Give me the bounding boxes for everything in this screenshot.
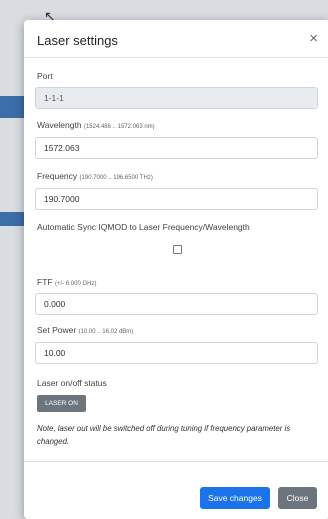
wavelength-label-text: Wavelength <box>37 120 82 130</box>
dialog-title: Laser settings <box>37 33 118 48</box>
frequency-input[interactable] <box>35 188 318 210</box>
set-power-label: Set Power (10.00 .. 16.02 dBm) <box>37 325 133 335</box>
laser-toggle-button[interactable]: LASER ON <box>37 395 86 412</box>
laser-tuning-note: Note, laser out will be switched off dur… <box>37 424 291 446</box>
footer-divider <box>24 461 328 462</box>
save-changes-button[interactable]: Save changes <box>200 487 270 509</box>
wavelength-range: (1524.486 .. 1572.063 nm) <box>83 124 155 130</box>
frequency-label: Frequency (190.7000 .. 196.6500 THz) <box>37 171 153 181</box>
auto-sync-checkbox[interactable] <box>173 245 182 254</box>
wavelength-label: Wavelength (1524.486 .. 1572.063 nm) <box>37 120 155 130</box>
close-button[interactable]: Close <box>278 487 317 509</box>
set-power-input[interactable] <box>35 342 318 364</box>
ftf-input[interactable] <box>35 293 318 315</box>
laser-settings-dialog: Laser settings × Port Wavelength (1524.4… <box>24 20 328 519</box>
laser-status-label: Laser on/off status <box>37 378 107 388</box>
auto-sync-label: Automatic Sync IQMOD to Laser Frequency/… <box>37 222 250 232</box>
wavelength-input[interactable] <box>35 137 318 159</box>
frequency-range: (190.7000 .. 196.6500 THz) <box>79 175 153 181</box>
ftf-label: FTF (+/- 6.000 GHz) <box>37 277 96 287</box>
set-power-range: (10.00 .. 16.02 dBm) <box>78 329 134 335</box>
dialog-header: Laser settings × <box>24 20 328 58</box>
ftf-label-text: FTF <box>37 277 53 287</box>
port-label: Port <box>37 71 53 81</box>
ftf-range: (+/- 6.000 GHz) <box>54 281 97 287</box>
frequency-label-text: Frequency <box>37 171 78 181</box>
close-icon[interactable]: × <box>309 30 318 47</box>
set-power-label-text: Set Power <box>37 325 77 335</box>
port-input <box>35 87 318 109</box>
